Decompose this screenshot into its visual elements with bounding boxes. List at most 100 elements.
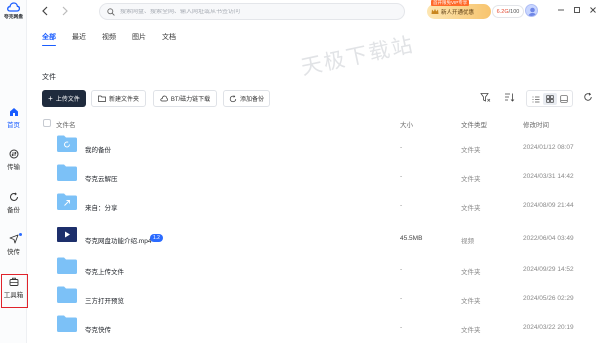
folder-icon — [57, 164, 77, 181]
file-size: 45.5MB — [400, 235, 423, 242]
column-header-name[interactable]: 文件名 — [56, 119, 76, 129]
filter-icon — [480, 93, 491, 102]
filter-button[interactable] — [480, 92, 491, 105]
notification-dot — [19, 233, 22, 236]
table-row[interactable]: 夸克网盘功能介绍.mp4 1.2 45.5MB 视频 2022/06/04 03… — [40, 225, 596, 254]
table-row[interactable]: 夸克上传文件 - 文件夹 2024/09/29 14:52 — [40, 256, 596, 285]
sidebar-item-label: 备份 — [7, 207, 20, 214]
transfer-icon — [9, 149, 18, 159]
promo-label: 新人开通优惠 — [441, 9, 475, 16]
table-header: 文件名 大小 文件类型 修改时间 — [40, 118, 596, 130]
file-type: 文件夹 — [461, 147, 481, 154]
table-row[interactable]: 我的备份 - 文件夹 2024/01/12 08:07 — [40, 134, 596, 163]
video-file-icon — [57, 227, 77, 242]
grid-view-button[interactable] — [543, 93, 557, 105]
file-size: - — [400, 295, 403, 302]
search-input[interactable] — [120, 8, 400, 15]
close-button[interactable] — [589, 6, 597, 16]
table-row[interactable]: 夸克云解压 - 文件夹 2024/03/31 14:42 — [40, 163, 596, 192]
select-all-checkbox[interactable] — [43, 119, 51, 127]
large-view-button[interactable] — [557, 93, 571, 105]
crown-icon — [431, 8, 439, 14]
category-tabs: 全部 最近 视频 图片 文档 — [42, 32, 192, 46]
backup-icon — [229, 94, 237, 102]
sort-button[interactable] — [504, 92, 515, 105]
storage-total: /100 — [508, 8, 520, 15]
new-folder-button[interactable]: 新建文件夹 — [91, 90, 146, 107]
close-icon — [590, 7, 596, 13]
user-avatar-icon — [528, 7, 537, 16]
file-type: 文件夹 — [461, 269, 481, 276]
grid-view-icon — [546, 95, 554, 103]
new-folder-icon — [98, 95, 106, 102]
sidebar-item-quick-send[interactable]: 快传 — [0, 233, 27, 256]
sidebar-item-label: 快传 — [7, 249, 20, 256]
file-time: 2024/05/26 02:29 — [523, 295, 574, 302]
file-size: - — [400, 202, 403, 209]
tab-image[interactable]: 图片 — [132, 32, 146, 46]
promo-button[interactable]: 新人开通优惠 — [427, 4, 491, 19]
promo-tag: 首开限免VIP专享 — [431, 0, 470, 6]
add-backup-label: 添加备份 — [239, 97, 264, 103]
view-mode-toggle — [526, 90, 573, 107]
tab-all[interactable]: 全部 — [42, 32, 56, 46]
chevron-right-icon — [62, 6, 68, 16]
column-header-size[interactable]: 大小 — [400, 119, 413, 129]
folder-icon — [57, 257, 77, 274]
chevron-left-icon — [42, 6, 48, 16]
file-size: - — [400, 266, 403, 273]
file-size: - — [400, 144, 403, 151]
file-name: 夸克云解压 — [85, 176, 118, 183]
highlight-box — [1, 274, 28, 308]
table-row[interactable]: 夸克快传 - 文件夹 2024/03/22 20:19 — [40, 314, 596, 343]
file-size: - — [400, 324, 403, 331]
forward-button[interactable] — [61, 6, 69, 18]
list-view-icon — [532, 96, 540, 102]
plus-icon: + — [48, 93, 53, 103]
tab-recent[interactable]: 最近 — [72, 32, 86, 46]
storage-indicator[interactable]: 6.2G /100 — [492, 5, 524, 18]
minimize-button[interactable] — [557, 6, 565, 16]
app-logo-text: 夸克网盘 — [3, 14, 23, 20]
file-name: 夸克快传 — [85, 327, 111, 334]
cloud-download-icon — [160, 95, 168, 102]
file-name: 夸克上传文件 — [85, 269, 124, 276]
avatar[interactable] — [525, 4, 538, 17]
sidebar-item-label: 传输 — [7, 164, 20, 171]
add-backup-button[interactable]: 添加备份 — [223, 90, 270, 107]
list-view-button[interactable] — [529, 93, 543, 105]
column-header-type[interactable]: 文件类型 — [461, 119, 487, 129]
sidebar-item-transfer[interactable]: 传输 — [0, 149, 27, 171]
upload-button[interactable]: + 上传文件 — [42, 90, 86, 107]
maximize-button[interactable] — [573, 6, 581, 16]
minimize-icon — [558, 9, 564, 11]
file-name: 三方打开预览 — [85, 298, 124, 305]
app-logo[interactable]: 夸克网盘 — [2, 2, 25, 20]
share-folder-icon — [57, 193, 77, 210]
tab-document[interactable]: 文档 — [162, 32, 176, 46]
cloud-logo-icon — [7, 2, 20, 12]
quick-send-icon — [9, 234, 18, 244]
sidebar-item-home[interactable]: 首页 — [0, 107, 27, 129]
file-time: 2024/08/09 21:44 — [523, 202, 574, 209]
search-bar[interactable] — [99, 3, 405, 20]
file-type: 文件夹 — [461, 205, 481, 212]
bt-download-label: BT/磁力链下载 — [170, 97, 211, 103]
sidebar-item-label: 首页 — [7, 122, 20, 129]
backup-folder-icon — [57, 135, 77, 152]
table-row[interactable]: 三方打开预览 - 文件夹 2024/05/26 02:29 — [40, 285, 596, 314]
bt-download-button[interactable]: BT/磁力链下载 — [153, 90, 217, 107]
speed-badge: 1.2 — [150, 234, 163, 242]
back-button[interactable] — [41, 6, 49, 18]
file-size: - — [400, 173, 403, 180]
file-time: 2024/03/22 20:19 — [523, 324, 574, 331]
sort-icon — [505, 93, 515, 102]
watermark: 天极下载站 — [298, 32, 417, 80]
sidebar-item-backup[interactable]: 备份 — [0, 192, 27, 214]
file-name: 我的备份 — [85, 147, 111, 154]
promo-banner[interactable]: 新人开通优惠 首开限免VIP专享 — [427, 0, 491, 20]
refresh-button[interactable] — [583, 92, 593, 104]
tab-video[interactable]: 视频 — [102, 32, 116, 46]
column-header-time[interactable]: 修改时间 — [523, 119, 549, 129]
table-row[interactable]: 来自：分享 - 文件夹 2024/08/09 21:44 — [40, 192, 596, 221]
